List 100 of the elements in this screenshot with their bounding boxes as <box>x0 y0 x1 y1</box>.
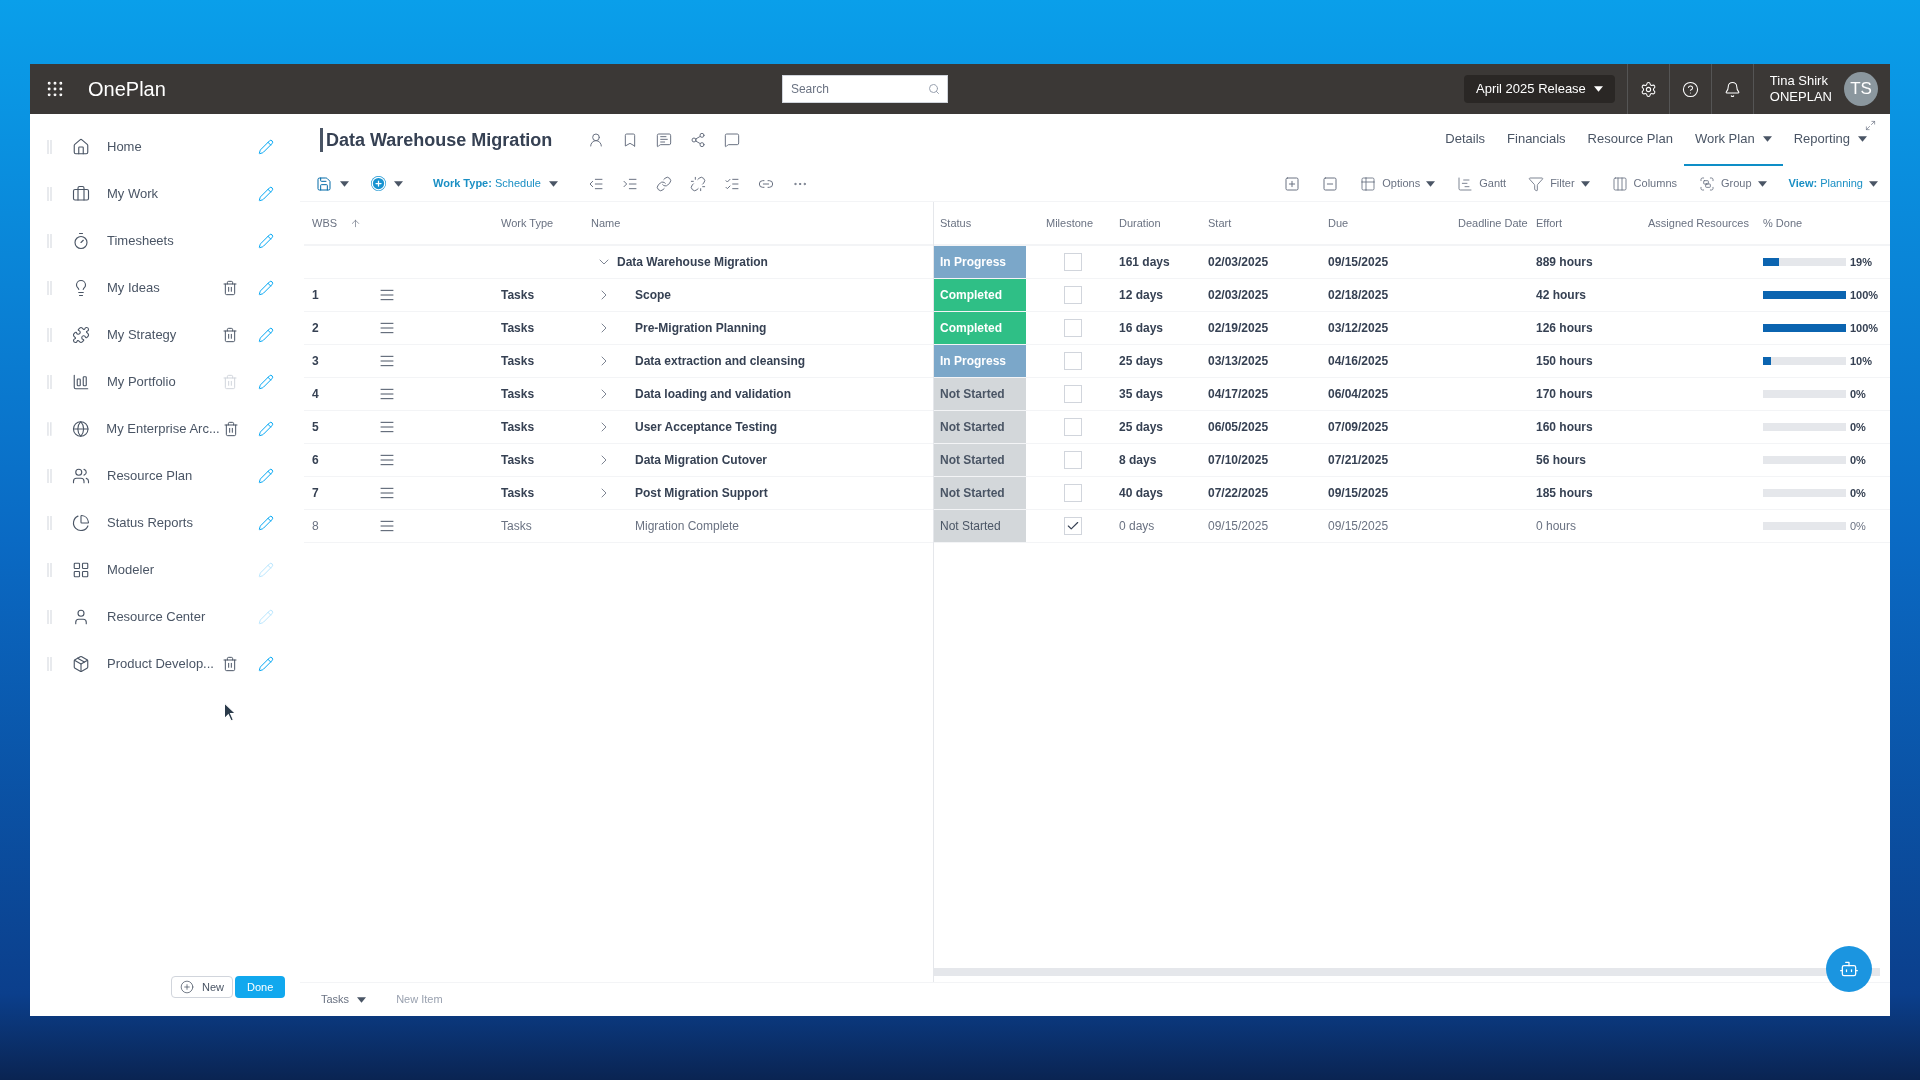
row-menu-icon[interactable] <box>379 386 395 402</box>
milestone-checkbox[interactable] <box>1063 517 1082 535</box>
help-icon[interactable] <box>1681 80 1699 98</box>
sidebar-item[interactable]: My Portfolio <box>107 371 218 392</box>
due-date-cell: 09/15/2025 <box>1328 519 1389 533</box>
view-dropdown[interactable]: View: Planning <box>1788 175 1878 192</box>
trash-icon[interactable] <box>223 420 240 437</box>
edit-icon[interactable] <box>258 373 274 390</box>
tab[interactable]: Work Plan <box>1683 114 1783 166</box>
column-header[interactable]: WBS <box>304 214 350 232</box>
tab[interactable]: Reporting <box>1782 114 1878 166</box>
duration-cell: 8 days <box>1119 453 1157 467</box>
unlink-icon[interactable] <box>689 175 706 192</box>
milestone-checkbox[interactable] <box>1063 319 1082 337</box>
milestone-checkbox[interactable] <box>1063 484 1082 502</box>
status-cell: Not Started <box>934 444 1026 476</box>
sidebar-item[interactable]: Resource Center <box>107 606 218 627</box>
user-icon[interactable] <box>588 132 605 148</box>
tasks-dropdown[interactable]: Tasks <box>321 991 367 1008</box>
sidebar-item[interactable]: Resource Plan <box>107 465 218 486</box>
search-field[interactable]: Search <box>781 75 948 103</box>
settings-icon[interactable] <box>1639 80 1657 98</box>
column-header[interactable]: % Done <box>1763 216 1803 229</box>
column-header[interactable]: Due <box>1328 216 1349 229</box>
column-header[interactable]: Work Type <box>501 214 591 232</box>
collapse-all-icon[interactable] <box>1322 175 1339 192</box>
done-button[interactable]: Done <box>235 976 286 998</box>
edit-icon[interactable] <box>258 279 274 296</box>
user-org: ONEPLAN <box>1769 89 1832 105</box>
sidebar-item[interactable]: My Ideas <box>107 277 218 298</box>
column-header[interactable]: Deadline Date <box>1458 216 1528 229</box>
sidebar-item[interactable]: Home <box>107 136 218 157</box>
milestone-checkbox[interactable] <box>1063 451 1082 469</box>
row-menu-icon[interactable] <box>379 452 395 468</box>
bell-icon[interactable] <box>1723 80 1741 98</box>
drag-handle-icon[interactable] <box>47 421 52 436</box>
column-header[interactable]: Milestone <box>1046 216 1094 229</box>
milestone-checkbox[interactable] <box>1063 418 1082 436</box>
trash-icon[interactable] <box>222 279 238 296</box>
edit-icon[interactable] <box>258 655 274 672</box>
milestone-checkbox[interactable] <box>1063 253 1082 271</box>
row-menu-icon[interactable] <box>379 320 395 336</box>
gantt-button[interactable]: Gantt <box>1457 175 1507 192</box>
comment-icon[interactable] <box>656 132 673 148</box>
column-header[interactable]: Effort <box>1536 216 1563 229</box>
share-icon[interactable] <box>690 132 707 148</box>
tab[interactable]: Resource Plan <box>1576 114 1684 166</box>
row-menu-icon[interactable] <box>379 353 395 369</box>
edit-icon[interactable] <box>258 467 274 484</box>
row-menu-icon[interactable] <box>379 419 395 435</box>
chat-icon[interactable] <box>724 132 741 148</box>
effort-cell: 160 hours <box>1536 420 1593 434</box>
user-name: Tina Shirk <box>1769 73 1829 89</box>
release-dropdown[interactable]: April 2025 Release <box>1464 75 1615 103</box>
sidebar-item[interactable]: My Enterprise Arc... <box>106 418 220 439</box>
edit-icon[interactable] <box>258 185 274 202</box>
sidebar-item[interactable]: Timesheets <box>107 230 218 251</box>
row-menu-icon[interactable] <box>379 485 395 501</box>
edit-icon[interactable] <box>258 326 274 343</box>
column-header[interactable]: Assigned Resources <box>1648 216 1749 229</box>
row-menu-icon[interactable] <box>379 518 395 534</box>
new-button[interactable]: New <box>171 976 233 998</box>
column-header[interactable]: Status <box>940 216 972 229</box>
sort-arrow-icon[interactable] <box>350 217 361 229</box>
sidebar-item[interactable]: My Work <box>107 183 218 204</box>
column-header[interactable]: Name <box>591 214 621 232</box>
milestone-checkbox[interactable] <box>1063 286 1082 304</box>
new-item-link[interactable]: New Item <box>396 991 443 1008</box>
filter-button[interactable]: Filter <box>1528 175 1590 192</box>
group-button[interactable]: Group <box>1699 175 1767 192</box>
horizontal-scrollbar[interactable] <box>934 968 1880 976</box>
expand-icon[interactable] <box>1865 120 1876 131</box>
expand-all-icon[interactable] <box>1284 175 1301 192</box>
tab[interactable]: Financials <box>1496 114 1577 166</box>
link-icon[interactable] <box>655 175 672 192</box>
milestone-checkbox[interactable] <box>1063 352 1082 370</box>
tab[interactable]: Details <box>1434 114 1497 166</box>
column-header[interactable]: Duration <box>1119 216 1161 229</box>
row-menu-icon[interactable] <box>379 287 395 303</box>
app-launcher-icon[interactable] <box>45 79 65 99</box>
edit-icon[interactable] <box>258 420 274 437</box>
save-icon[interactable] <box>316 175 332 192</box>
task-name-cell-text: Migration Complete <box>635 518 740 535</box>
assistant-button[interactable] <box>1826 946 1872 992</box>
milestone-checkbox[interactable] <box>1063 385 1082 403</box>
column-header[interactable]: Start <box>1208 216 1232 229</box>
edit-icon[interactable] <box>258 232 274 249</box>
sidebar-item[interactable]: Modeler <box>107 559 218 580</box>
work-type-dropdown[interactable]: Work Type: Schedule <box>433 175 558 192</box>
trash-icon[interactable] <box>222 326 238 343</box>
edit-icon[interactable] <box>258 138 274 155</box>
options-button[interactable]: Options <box>1360 175 1436 192</box>
edit-icon[interactable] <box>258 514 274 531</box>
add-icon[interactable] <box>371 176 386 191</box>
sidebar-item[interactable]: Product Develop... <box>107 653 218 674</box>
user-avatar[interactable]: TS <box>1844 72 1878 106</box>
sidebar-item[interactable]: Status Reports <box>107 512 218 533</box>
columns-button[interactable]: Columns <box>1611 175 1677 192</box>
trash-icon[interactable] <box>222 655 238 672</box>
sidebar-item[interactable]: My Strategy <box>107 324 218 345</box>
